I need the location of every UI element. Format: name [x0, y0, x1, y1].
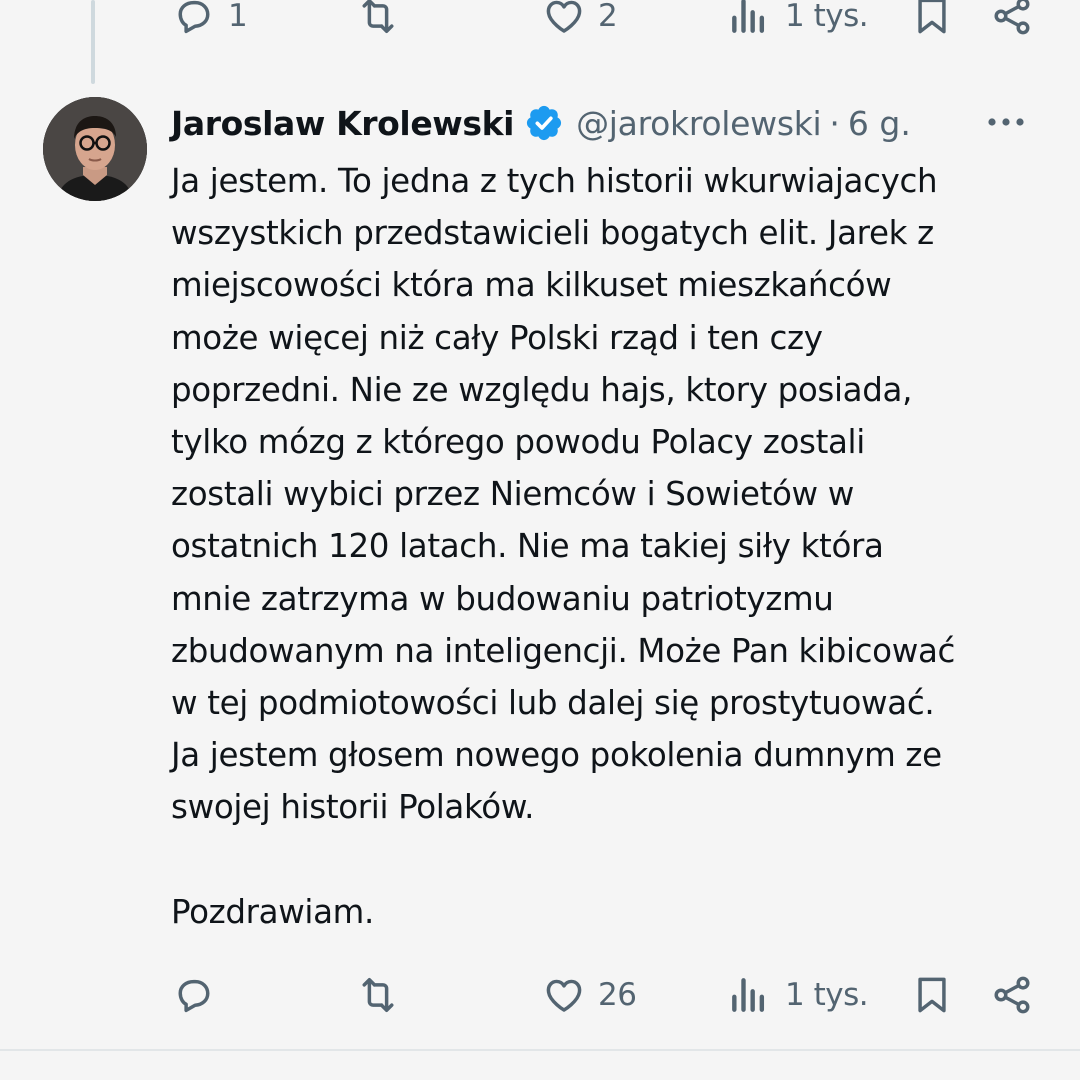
tweet-text-line: zostali wybici przez Niemców i Sowietów …: [171, 475, 854, 514]
previous-tweet-action-bar: 1 2 1 tys.: [0, 0, 1080, 46]
tweet-divider: [0, 1049, 1080, 1051]
reply-button[interactable]: 1: [172, 0, 248, 46]
author-name[interactable]: Jaroslaw Krolewski: [171, 104, 514, 143]
tweet-header: Jaroslaw Krolewski @jarokrolewski · 6 g.: [171, 98, 1040, 148]
like-button[interactable]: 26: [542, 965, 637, 1025]
bookmark-button[interactable]: [910, 0, 954, 46]
tweet-text-line: w tej podmiotowości lub dalej się prosty…: [171, 683, 935, 722]
views-count: 1 tys.: [785, 0, 869, 34]
views-button[interactable]: 1 tys.: [727, 0, 869, 46]
tweet-text-line: Ja jestem głosem nowego pokolenia dumnym…: [171, 736, 942, 775]
author-handle[interactable]: @jarokrolewski: [576, 104, 822, 143]
tweet-text: Ja jestem. To jedna z tych historii wkur…: [171, 155, 1061, 938]
tweet-text-line: tylko mózg z którego powodu Polacy zosta…: [171, 422, 865, 461]
tweet-text-line: Ja jestem. To jedna z tych historii wkur…: [171, 162, 938, 200]
views-count: 1 tys.: [785, 977, 869, 1013]
retweet-button[interactable]: [356, 0, 412, 46]
bookmark-button[interactable]: [910, 965, 954, 1025]
tweet-text-line: poprzedni. Nie ze względu hajs, ktory po…: [171, 370, 913, 409]
paragraph-break: [171, 833, 1061, 885]
tweet-text-line: zbudowanym na inteligencji. Może Pan kib…: [171, 631, 956, 670]
tweet-timestamp[interactable]: 6 g.: [848, 104, 911, 143]
verified-badge-icon: [527, 105, 562, 141]
tweet-text-line: miejscowości która ma kilkuset mieszkańc…: [171, 266, 892, 305]
bookmark-icon: [918, 0, 946, 34]
tweet-closing: Pozdrawiam.: [171, 892, 374, 931]
bookmark-icon: [918, 977, 946, 1013]
share-button[interactable]: [990, 0, 1034, 46]
like-count: 26: [598, 977, 637, 1013]
reply-count: 1: [228, 0, 248, 34]
tweet-text-line: ostatnich 120 latach. Nie ma takiej siły…: [171, 527, 884, 566]
separator-dot: ·: [829, 103, 840, 143]
share-button[interactable]: [990, 965, 1034, 1025]
reply-icon: [178, 0, 210, 34]
retweet-button[interactable]: [356, 965, 412, 1025]
views-button[interactable]: 1 tys.: [727, 965, 869, 1025]
reply-icon: [178, 979, 210, 1013]
tweet-text-line: mnie zatrzyma w budowaniu patriotyzmu: [171, 579, 834, 618]
retweet-icon: [362, 978, 394, 1012]
more-icon[interactable]: [980, 102, 1032, 142]
retweet-icon: [362, 0, 394, 33]
tweet-text-line: może więcej niż cały Polski rząd i ten c…: [171, 318, 823, 357]
share-icon: [994, 0, 1030, 35]
heart-icon: [546, 0, 582, 33]
tweet-text-line: wszystkich przedstawicieli bogatych elit…: [171, 214, 934, 253]
heart-icon: [546, 979, 582, 1012]
tweet-text-line: swojej historii Polaków.: [171, 788, 535, 827]
like-count: 2: [598, 0, 618, 34]
profile-photo: [43, 97, 147, 201]
reply-button[interactable]: [172, 965, 228, 1025]
views-icon: [732, 0, 765, 33]
like-button[interactable]: 2: [542, 0, 618, 46]
avatar[interactable]: [43, 97, 147, 201]
share-icon: [994, 976, 1030, 1014]
tweet-action-bar: 26 1 tys.: [0, 965, 1080, 1025]
views-icon: [732, 978, 765, 1012]
